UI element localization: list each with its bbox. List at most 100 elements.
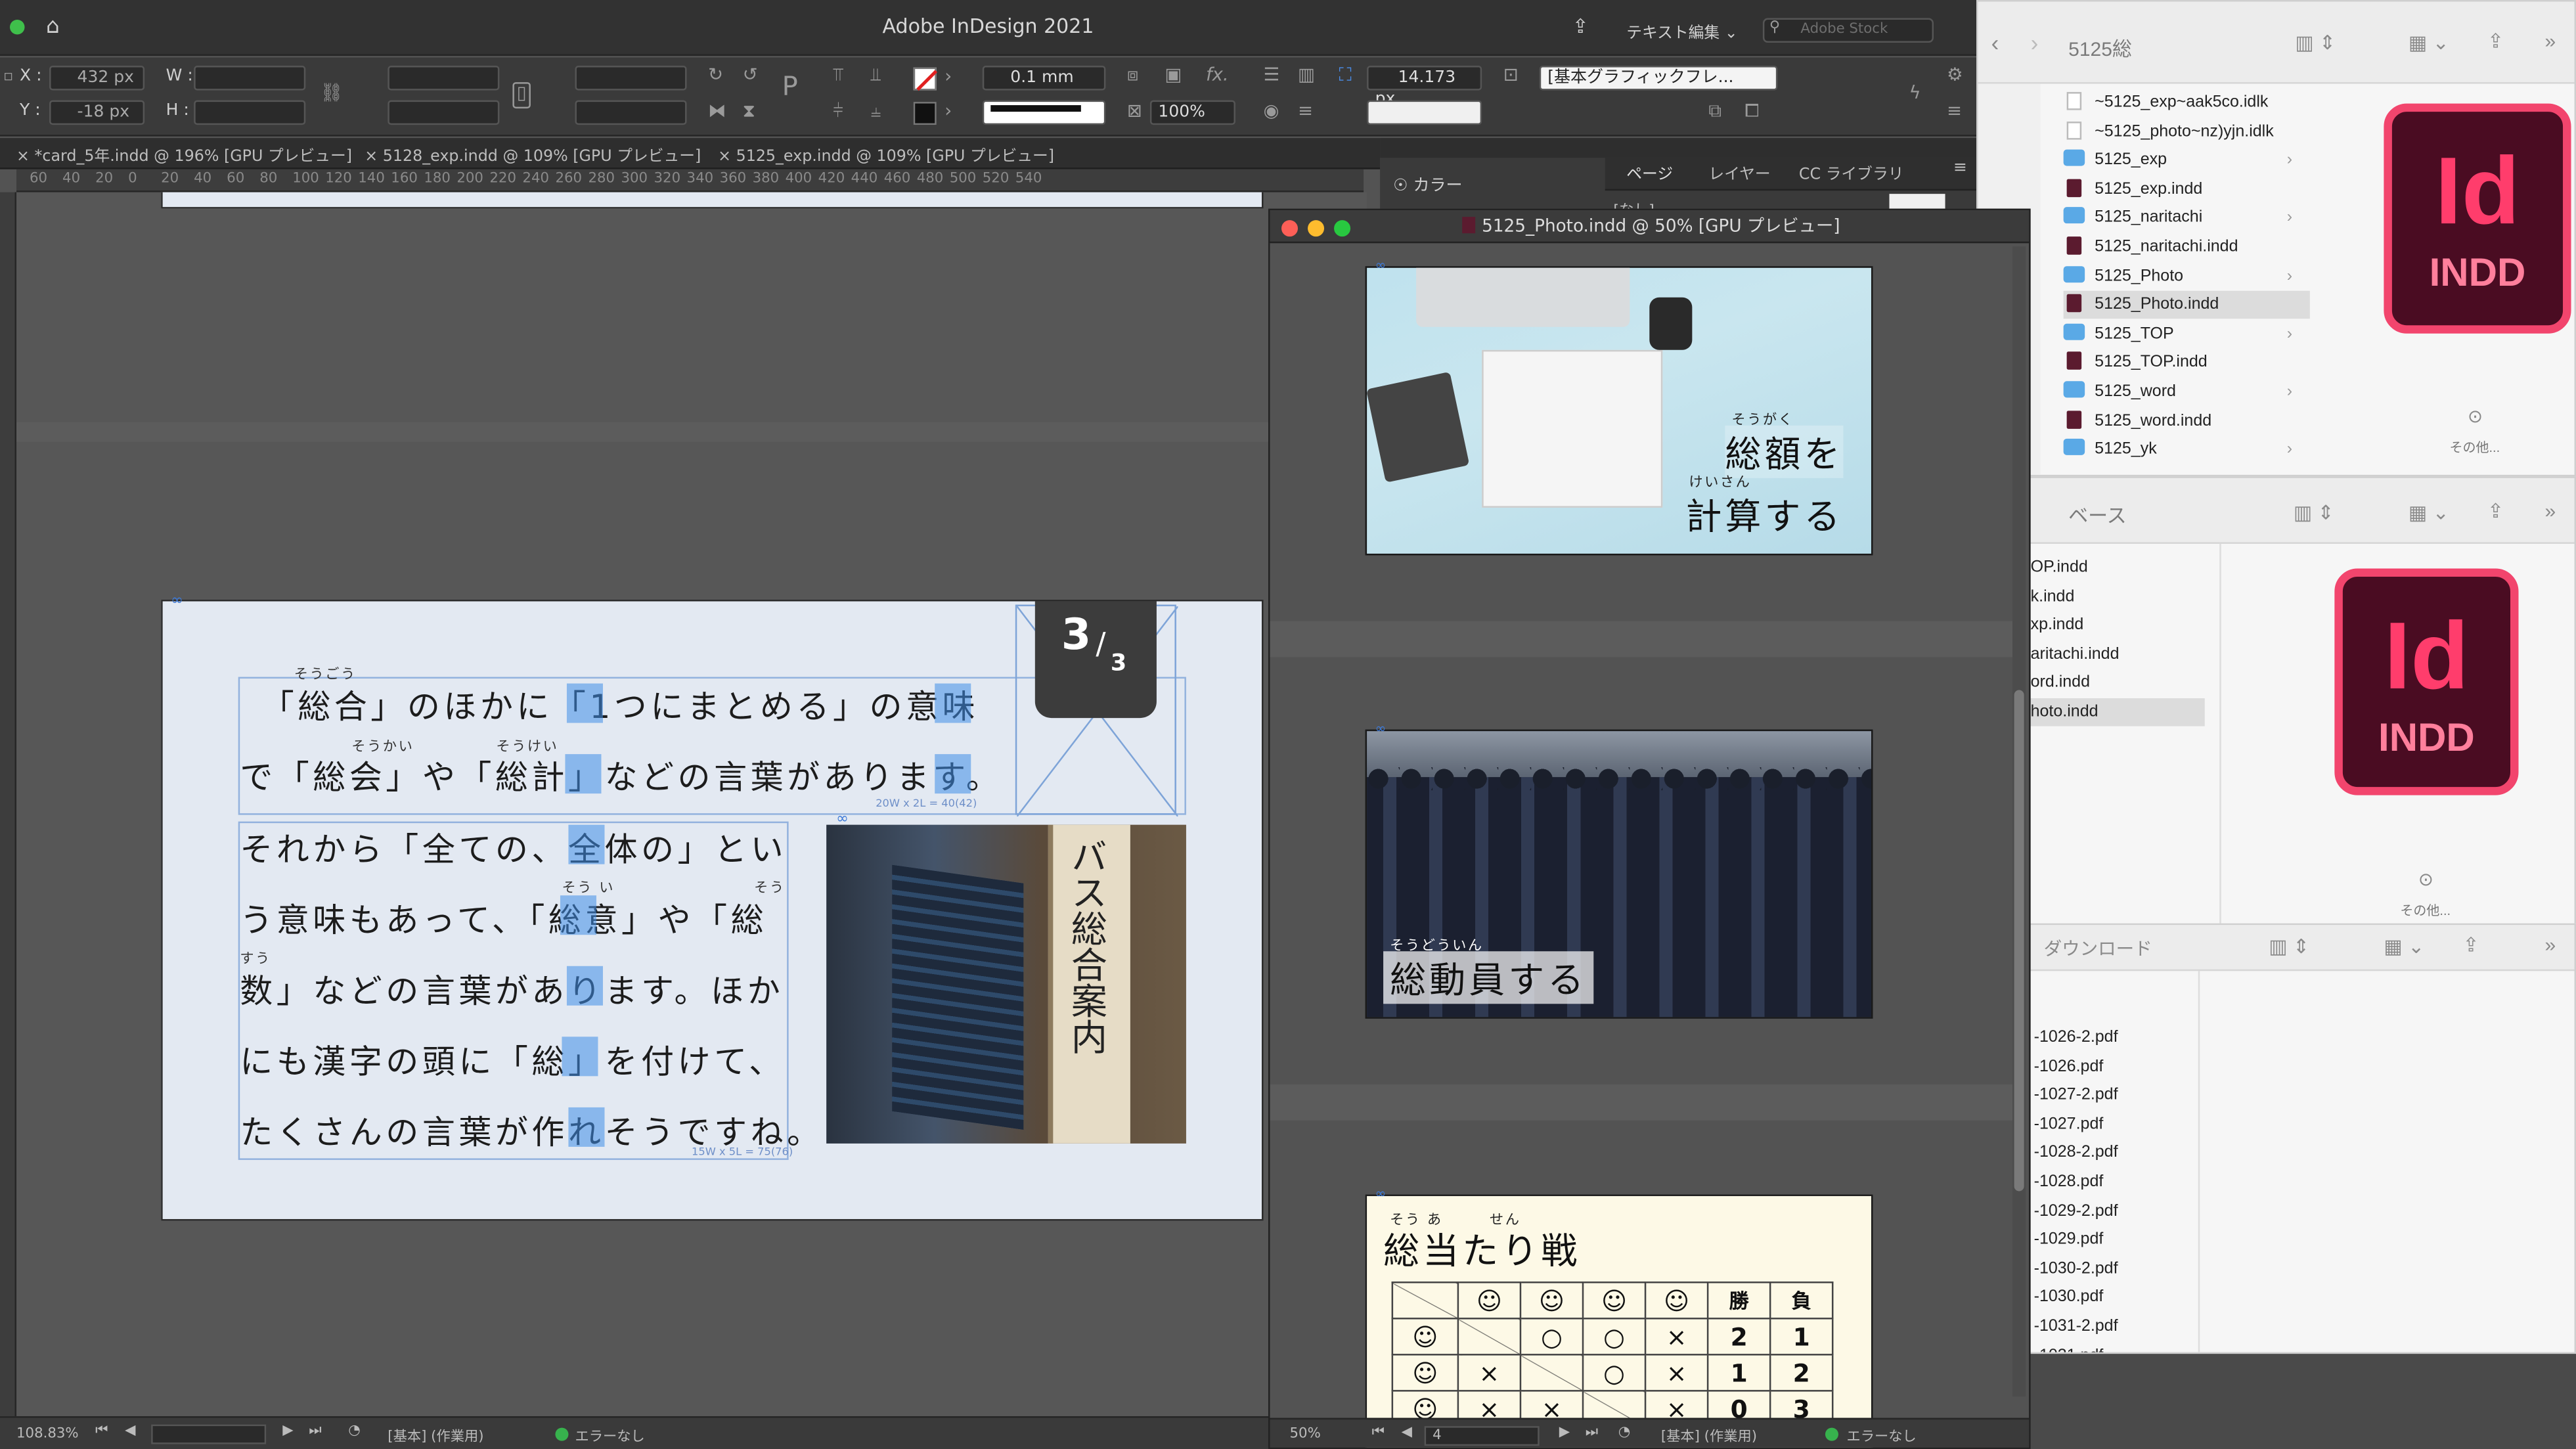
finder-item[interactable]: ord.indd: [2028, 669, 2205, 698]
distribute-icon[interactable]: ⫫: [871, 65, 881, 85]
text-line-1[interactable]: 「総合」のほかに「1つにまとめる」の意味: [261, 680, 979, 728]
finder-item[interactable]: -1026.pdf: [2034, 1052, 2104, 1081]
finder-item[interactable]: -1031-2.pdf: [2034, 1313, 2118, 1341]
lightning-icon[interactable]: ϟ: [1909, 83, 1921, 104]
corner-size-field[interactable]: 14.173 px: [1367, 66, 1482, 108]
vertical-ruler[interactable]: [0, 192, 17, 1417]
text-line-4[interactable]: う意味もあって、「総意」や「総: [240, 894, 767, 942]
stroke-weight-field[interactable]: 0.1 mm: [982, 66, 1106, 91]
photo-preflight-profile[interactable]: [基本] (作業用): [1661, 1426, 1757, 1446]
stock-search[interactable]: ⚲ Adobe Stock: [1762, 18, 1934, 43]
preflight-profile[interactable]: [基本] (作業用): [388, 1426, 483, 1446]
fx-icon[interactable]: fx.: [1206, 65, 1229, 85]
minimize-button[interactable]: [1308, 220, 1325, 237]
finder-item[interactable]: 5125_Photo ›: [2063, 262, 2310, 290]
shadow-icon[interactable]: ▣: [1165, 65, 1182, 85]
tab-cc-libraries[interactable]: CC ライブラリ: [1799, 161, 1904, 185]
opacity-field[interactable]: 100%: [1149, 100, 1235, 125]
group-icon[interactable]: ▦ ⌄: [2409, 501, 2449, 524]
page-nav-last-icon[interactable]: ⏭: [1586, 1425, 1598, 1441]
view-toggle-icon[interactable]: ▥ ⇕: [2294, 501, 2334, 524]
content-grabber-icon[interactable]: ⧠: [1744, 101, 1759, 122]
finder-item[interactable]: OP.indd: [2028, 554, 2205, 582]
finder-item[interactable]: 5125_exp ›: [2063, 146, 2310, 175]
scale-x-field[interactable]: [388, 66, 500, 91]
error-status[interactable]: エラーなし: [575, 1426, 644, 1446]
stroke-swatch[interactable]: [913, 102, 937, 125]
photo-error-status[interactable]: エラーなし: [1846, 1426, 1916, 1446]
finder-item[interactable]: -1030.pdf: [2034, 1283, 2104, 1312]
more-options-icon[interactable]: ⊙: [2468, 406, 2483, 427]
align-icon[interactable]: ⫪: [833, 65, 843, 85]
text-line-3[interactable]: それから「全ての、全体の」とい: [240, 823, 787, 871]
view-toggle-icon[interactable]: ▥ ⇕: [2295, 32, 2336, 55]
photo-card-calculate[interactable]: そうがく 総額を けいさん 計算する: [1365, 266, 1873, 556]
forward-icon[interactable]: ›: [2031, 30, 2039, 56]
corner-shape-select[interactable]: [1367, 100, 1482, 125]
more-options-label[interactable]: その他...: [2449, 439, 2500, 457]
view-toggle-icon[interactable]: ▥ ⇕: [2269, 935, 2309, 958]
close-icon[interactable]: ×: [718, 148, 731, 166]
tab-layers[interactable]: レイヤー: [1708, 161, 1770, 185]
more-icon[interactable]: »: [2545, 933, 2556, 956]
selection-frame-icon[interactable]: ⛶: [1339, 65, 1352, 85]
finder-item[interactable]: -1030-2.pdf: [2034, 1255, 2118, 1283]
more-icon[interactable]: »: [2545, 499, 2556, 522]
panel-menu-icon[interactable]: ≡: [1953, 160, 1967, 178]
finder-item[interactable]: hoto.indd: [2027, 698, 2205, 726]
finder-item[interactable]: 5125_yk ›: [2063, 435, 2310, 464]
fill-swatch[interactable]: [913, 67, 937, 91]
page-field[interactable]: [151, 1424, 267, 1444]
stroke-arrow-icon[interactable]: ›: [944, 101, 952, 122]
auto-fit-icon[interactable]: ⧉: [1708, 101, 1721, 122]
finder-item[interactable]: aritachi.indd: [2028, 640, 2205, 669]
text-line-6[interactable]: にも漢字の頭に「総」を付けて、: [240, 1035, 785, 1083]
tab-card[interactable]: × *card_5年.indd @ 196% [GPU プレビュー]: [16, 143, 352, 166]
share-icon[interactable]: ⇪: [1572, 15, 1589, 38]
text-wrap-icon[interactable]: ☰: [1263, 65, 1279, 85]
more-icon[interactable]: »: [2545, 30, 2556, 53]
preflight-icon[interactable]: ◔: [1618, 1425, 1631, 1441]
photo-zoom[interactable]: 50%: [1290, 1426, 1321, 1442]
scrollbar-thumb[interactable]: [2014, 690, 2024, 1192]
finder-item[interactable]: -1031.pdf: [2034, 1342, 2104, 1352]
tab-pages[interactable]: ページ: [1626, 161, 1673, 185]
y-field[interactable]: -18 px: [49, 100, 145, 125]
photo-card-mobilize[interactable]: そうどういん 総動員する: [1365, 729, 1873, 1019]
finder-item[interactable]: 5125_TOP ›: [2063, 320, 2310, 348]
finder-item[interactable]: xp.indd: [2028, 612, 2205, 640]
object-style-icon[interactable]: ⊡: [1503, 65, 1519, 85]
previous-page[interactable]: [161, 192, 1264, 209]
constrain-proportions-icon[interactable]: ⛓: [321, 83, 344, 104]
finder-item[interactable]: 5125_word.indd: [2064, 407, 2310, 435]
back-icon[interactable]: ‹: [1991, 30, 1999, 56]
preflight-icon[interactable]: ◔: [348, 1423, 361, 1439]
more-options-icon[interactable]: ⊙: [2418, 869, 2433, 891]
zoom-button[interactable]: [1334, 220, 1351, 237]
fill-arrow-icon[interactable]: ›: [944, 66, 952, 87]
tab-5125-exp[interactable]: × 5125_exp.indd @ 109% [GPU プレビュー]: [718, 143, 1054, 166]
page-nav-prev-icon[interactable]: ◀: [125, 1423, 135, 1439]
finder-item[interactable]: -1029.pdf: [2034, 1226, 2104, 1254]
flip-h-icon[interactable]: ⧓: [708, 101, 726, 122]
stroke-type-select[interactable]: [982, 100, 1106, 125]
finder-item[interactable]: -1027-2.pdf: [2034, 1081, 2118, 1109]
share-icon[interactable]: ⇪: [2487, 499, 2504, 522]
reference-point-icon[interactable]: ▫: [3, 68, 13, 87]
finder-item[interactable]: 5125_word ›: [2063, 378, 2310, 406]
opacity-icon[interactable]: ⊠: [1127, 101, 1142, 122]
column-2-icon[interactable]: ≡: [1298, 101, 1313, 122]
direction-icon[interactable]: P: [782, 73, 798, 99]
zoom-level[interactable]: 108.83%: [16, 1426, 79, 1442]
finder-item[interactable]: 5125_exp.indd: [2064, 175, 2310, 204]
finder-item[interactable]: 5125_naritachi.indd: [2064, 233, 2310, 261]
page-nav-last-icon[interactable]: ⏭: [309, 1423, 321, 1439]
share-icon[interactable]: ⇪: [2487, 30, 2504, 53]
pasteboard[interactable]: ∞ 3 / 3 そうごう そうかい そうけい そう い そう すう 「総合」のほ…: [16, 192, 1367, 1417]
column-icon[interactable]: ◉: [1263, 101, 1279, 122]
w-field[interactable]: [194, 66, 306, 91]
rotate-ccw-icon[interactable]: ↺: [743, 65, 758, 85]
page-nav-prev-icon[interactable]: ◀: [1402, 1425, 1412, 1441]
group-icon[interactable]: ▦ ⌄: [2384, 935, 2424, 958]
text-line-5[interactable]: 数」などの言葉があります。ほか: [240, 964, 784, 1012]
